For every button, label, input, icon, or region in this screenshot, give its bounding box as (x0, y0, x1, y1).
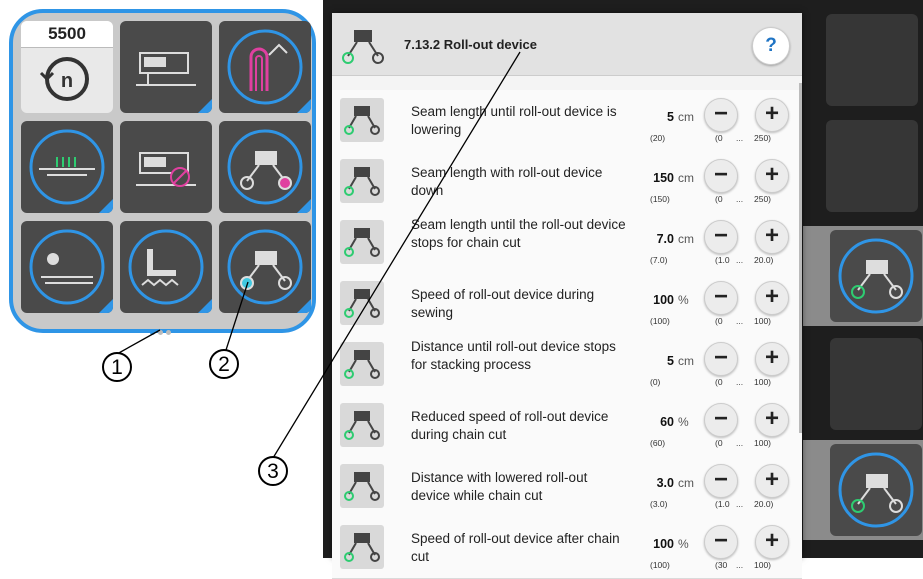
parameter-min: (30 (715, 560, 728, 570)
parameter-default: (100) (650, 560, 670, 570)
range-separator: ... (736, 560, 744, 570)
callout-3: 3 (258, 456, 288, 486)
parameter-max: 100) (754, 560, 772, 570)
callout-1: 1 (102, 352, 132, 382)
callout-2: 2 (209, 349, 239, 379)
leader-lines (116, 51, 521, 459)
